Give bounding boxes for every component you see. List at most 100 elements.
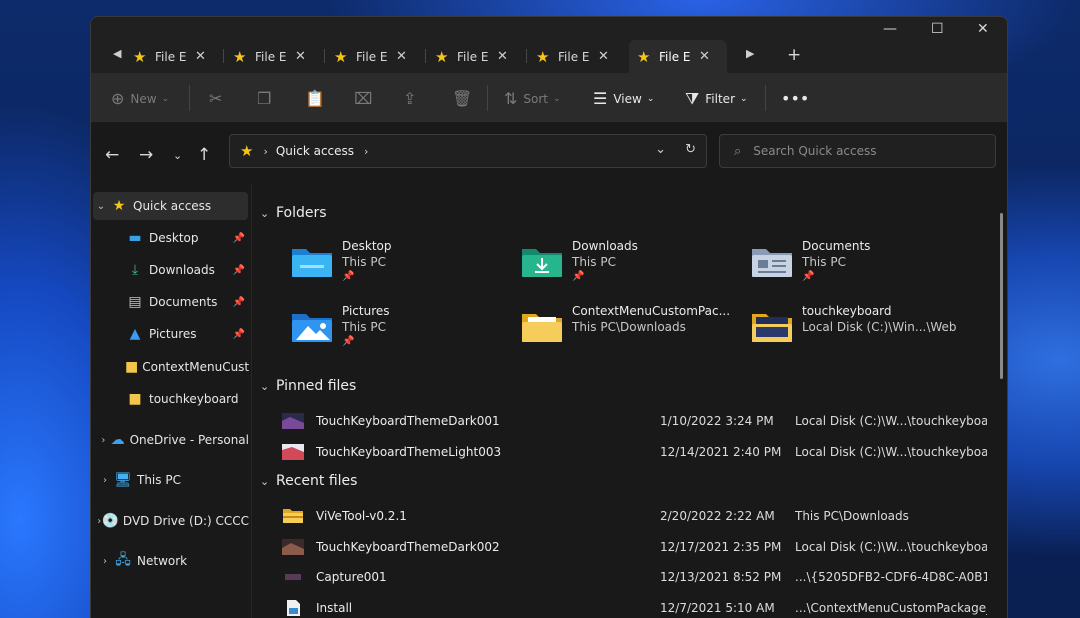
tab-title: File E	[356, 49, 388, 64]
file-name: Install	[316, 601, 353, 615]
chevron-right-icon[interactable]: ›	[97, 435, 110, 446]
new-tab-icon[interactable]: +	[787, 45, 801, 65]
vertical-scrollbar[interactable]	[1000, 213, 1003, 379]
search-box[interactable]: ⌕	[719, 134, 996, 168]
delete-button[interactable]: 🗑	[452, 89, 478, 108]
file-date: 12/13/2021 8:52 PM	[660, 570, 782, 584]
sidebar-item-label: Documents	[149, 295, 218, 309]
tab-scroll-right-icon[interactable]: ▶	[746, 47, 754, 60]
sidebar-item-desktop[interactable]: ▬ Desktop 📌	[91, 224, 249, 252]
folder-tile-pictures[interactable]: Pictures This PC 📌	[290, 304, 510, 360]
file-location: This PC\Downloads	[795, 509, 909, 523]
file-row[interactable]: TouchKeyboardThemeDark001 1/10/2022 3:24…	[282, 408, 987, 434]
breadcrumb-quick-access[interactable]: Quick access	[276, 144, 354, 158]
close-tab-icon[interactable]: ✕	[195, 49, 206, 64]
toolbar-divider	[487, 85, 488, 111]
folder-name: touchkeyboard	[802, 304, 892, 318]
more-options-button[interactable]: •••	[781, 89, 815, 108]
sidebar-item-onedrive[interactable]: › ☁ OneDrive - Personal	[91, 426, 249, 454]
chevron-down-icon: ⌄	[740, 94, 748, 104]
filter-button[interactable]: ⧩ Filter ⌄	[685, 89, 748, 109]
paste-button[interactable]: 📋	[305, 89, 331, 108]
folder-location: Local Disk (C:)\Win...\Web	[802, 320, 957, 334]
tab-1[interactable]: ★ File E ✕	[125, 40, 223, 73]
sidebar-item-network[interactable]: › 🖧 Network	[91, 547, 249, 575]
up-arrow-icon[interactable]: ↑	[197, 145, 211, 165]
tab-6-active[interactable]: ★ File E ✕	[629, 40, 727, 73]
maximize-icon[interactable]: ☐	[931, 21, 944, 37]
chevron-right-icon[interactable]: ›	[97, 556, 113, 567]
close-tab-icon[interactable]: ✕	[295, 49, 306, 64]
sidebar-item-pictures[interactable]: ▲ Pictures 📌	[91, 320, 249, 348]
section-folders-header[interactable]: ⌄ Folders	[260, 205, 327, 221]
sidebar-item-contextmenucust[interactable]: ■ ContextMenuCust	[91, 353, 249, 381]
network-icon: 🖧	[115, 552, 131, 568]
folder-name: Desktop	[342, 239, 392, 253]
cut-button[interactable]: ✂	[209, 89, 228, 108]
file-row[interactable]: TouchKeyboardThemeLight003 12/14/2021 2:…	[282, 439, 987, 465]
computer-icon: 🖥	[114, 472, 132, 488]
folder-tile-downloads[interactable]: Downloads This PC 📌	[520, 239, 740, 295]
section-pinned-files-header[interactable]: ⌄ Pinned files	[260, 378, 356, 394]
star-icon: ★	[334, 47, 348, 66]
search-input[interactable]	[753, 144, 954, 158]
close-window-icon[interactable]: ✕	[977, 21, 989, 37]
file-row[interactable]: Capture001 12/13/2021 8:52 PM ...\{5205D…	[282, 564, 987, 590]
back-arrow-icon[interactable]: ←	[105, 145, 119, 165]
file-row[interactable]: TouchKeyboardThemeDark002 12/17/2021 2:3…	[282, 534, 987, 560]
sort-label: Sort	[523, 91, 549, 106]
sidebar-item-dvd-drive[interactable]: › 💿 DVD Drive (D:) CCCC	[91, 507, 249, 535]
recent-locations-chevron-icon[interactable]: ⌄	[173, 149, 182, 162]
folder-icon: ■	[125, 359, 139, 375]
copy-button[interactable]: ❐	[257, 89, 277, 108]
view-button[interactable]: ☰ View ⌄	[593, 89, 654, 108]
address-bar[interactable]: ★ › Quick access › ⌄ ↻	[229, 134, 707, 168]
tab-3[interactable]: ★ File E ✕	[326, 40, 424, 73]
sidebar-item-this-pc[interactable]: › 🖥 This PC	[91, 466, 249, 494]
pin-icon: 📌	[342, 336, 355, 347]
close-tab-icon[interactable]: ✕	[396, 49, 407, 64]
folder-tile-touchkeyboard[interactable]: touchkeyboard Local Disk (C:)\Win...\Web	[750, 304, 970, 360]
section-title: Recent files	[276, 473, 358, 489]
tab-bar: ◀ ★ File E ✕ ★ File E ✕ ★ File E ✕ ★ Fil…	[91, 17, 1007, 73]
filter-label: Filter	[705, 92, 735, 106]
chevron-right-icon[interactable]: ›	[97, 475, 113, 486]
sidebar-item-downloads[interactable]: ⤓ Downloads 📌	[91, 256, 249, 284]
close-tab-icon[interactable]: ✕	[699, 49, 710, 64]
star-icon: ★	[233, 47, 247, 66]
close-tab-icon[interactable]: ✕	[598, 49, 609, 64]
navigation-pane: ⌄ ★ Quick access ▬ Desktop 📌 ⤓ Downloads…	[91, 183, 251, 618]
breadcrumb-chevron-icon[interactable]: ›	[364, 145, 368, 158]
section-recent-files-header[interactable]: ⌄ Recent files	[260, 473, 357, 489]
folder-tile-desktop[interactable]: Desktop This PC 📌	[290, 239, 510, 295]
folder-tile-documents[interactable]: Documents This PC 📌	[750, 239, 970, 295]
star-icon: ★	[133, 47, 147, 66]
sidebar-item-documents[interactable]: ▤ Documents 📌	[91, 288, 249, 316]
file-row[interactable]: ViVeTool-v0.2.1 2/20/2022 2:22 AM This P…	[282, 503, 987, 529]
toolbar-divider	[189, 85, 190, 111]
plus-circle-icon: ⊕	[111, 89, 125, 108]
forward-arrow-icon[interactable]: →	[139, 145, 153, 165]
rename-button[interactable]: ⌧	[354, 89, 378, 108]
sort-button[interactable]: ⇅ Sort ⌄	[504, 89, 561, 108]
close-tab-icon[interactable]: ✕	[497, 49, 508, 64]
sidebar-item-quick-access[interactable]: ⌄ ★ Quick access	[93, 192, 248, 220]
tab-divider	[425, 49, 426, 63]
tab-5[interactable]: ★ File E ✕	[528, 40, 626, 73]
more-dots-icon: •••	[781, 89, 810, 108]
file-row[interactable]: Install 12/7/2021 5:10 AM ...\ContextMen…	[282, 595, 987, 618]
chevron-down-icon[interactable]: ⌄	[93, 201, 109, 212]
tab-2[interactable]: ★ File E ✕	[225, 40, 323, 73]
new-button[interactable]: ⊕ New ⌄	[111, 89, 169, 108]
downloads-folder-icon	[522, 249, 562, 277]
address-dropdown-icon[interactable]: ⌄	[655, 142, 666, 157]
sidebar-item-touchkeyboard[interactable]: ■ touchkeyboard	[91, 385, 249, 413]
minimize-icon[interactable]: —	[883, 21, 897, 37]
folder-icon	[522, 314, 562, 342]
refresh-icon[interactable]: ↻	[685, 142, 696, 157]
rename-icon: ⌧	[354, 89, 373, 108]
tab-scroll-left-icon[interactable]: ◀	[113, 47, 121, 60]
tab-4[interactable]: ★ File E ✕	[427, 40, 525, 73]
share-button[interactable]: ⇪	[403, 89, 422, 108]
folder-tile-contextmenucustompackage[interactable]: ContextMenuCustomPac... This PC\Download…	[520, 304, 740, 360]
